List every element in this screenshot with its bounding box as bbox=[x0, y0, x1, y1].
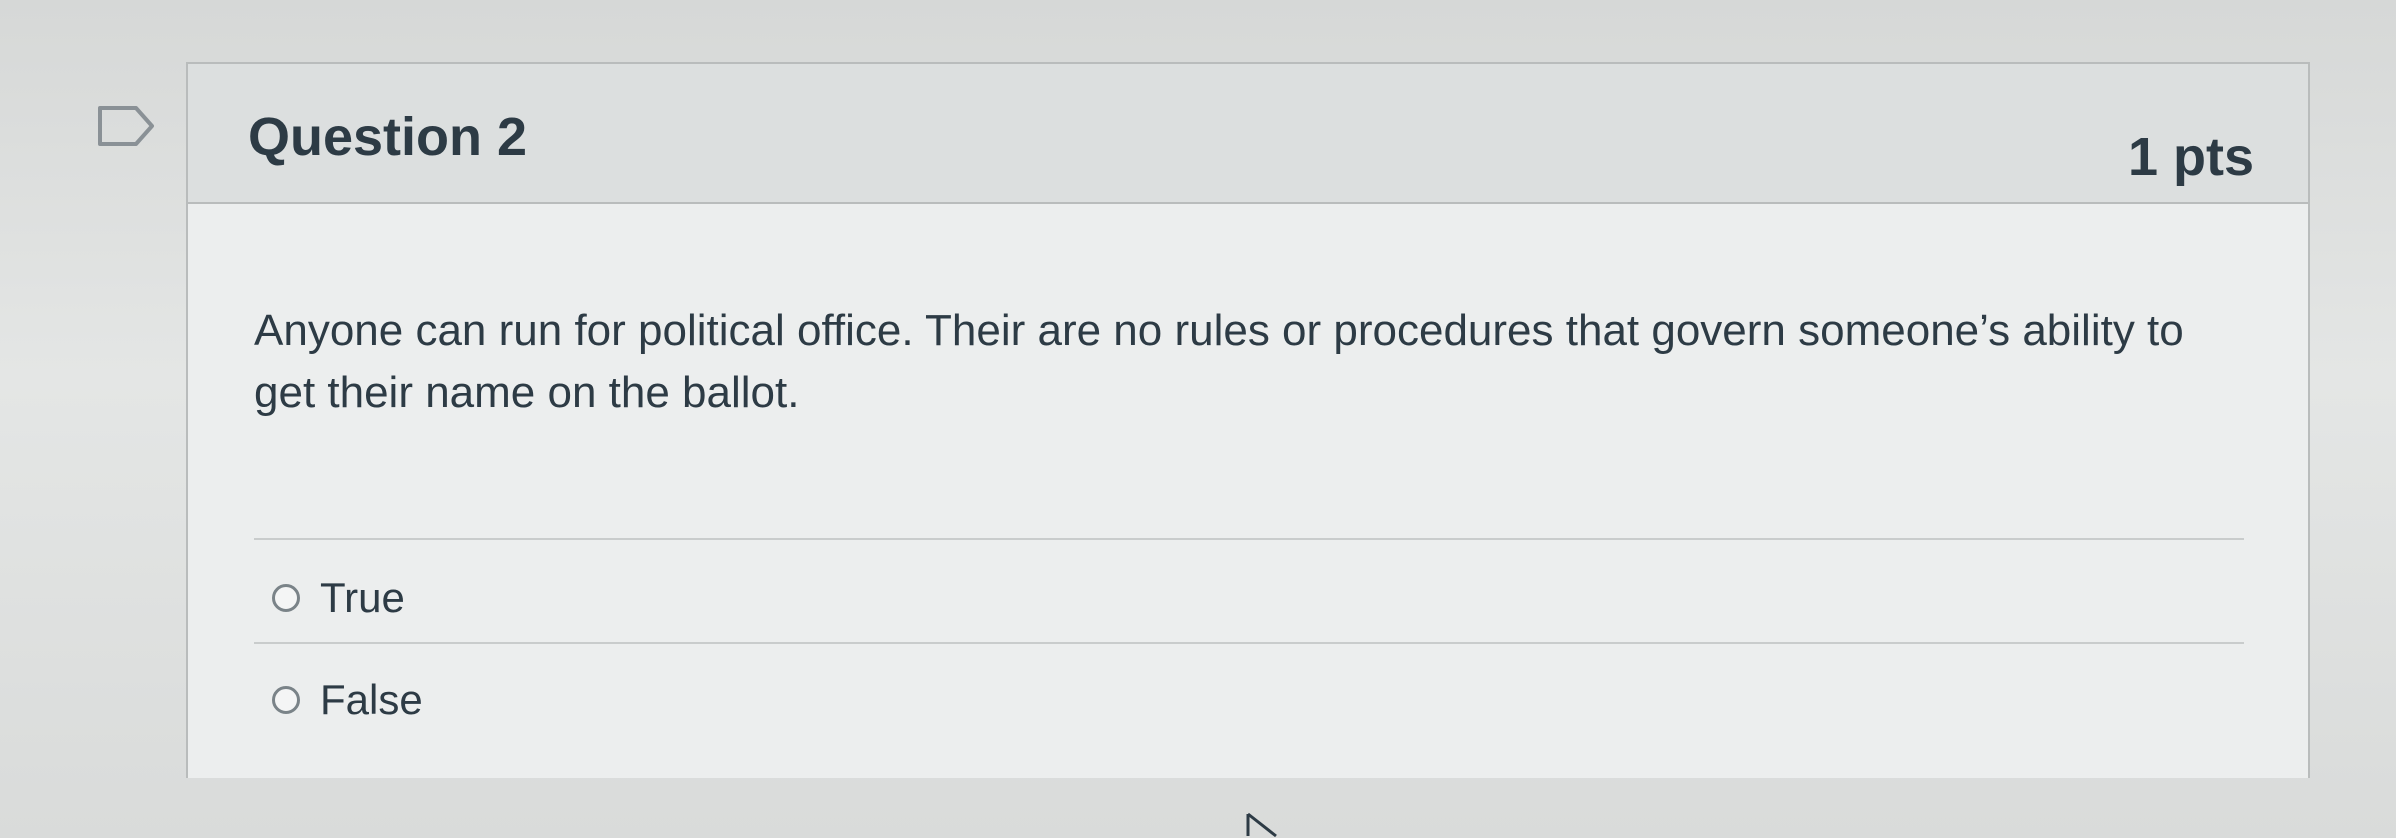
answer-label-false: False bbox=[320, 676, 423, 723]
question-card: Question 2 1 pts Anyone can run for poli… bbox=[186, 62, 2310, 778]
radio-button-false[interactable] bbox=[272, 686, 300, 714]
answer-option-true[interactable]: True bbox=[272, 568, 405, 628]
answer-divider bbox=[254, 538, 2244, 540]
answer-label-true: True bbox=[320, 574, 405, 621]
mouse-pointer-icon bbox=[1246, 812, 1277, 838]
question-header: Question 2 1 pts bbox=[188, 64, 2308, 204]
question-body: Anyone can run for political office. The… bbox=[188, 204, 2308, 778]
screen: Question 2 1 pts Anyone can run for poli… bbox=[0, 0, 2396, 838]
answer-option-false[interactable]: False bbox=[272, 670, 423, 730]
answer-divider bbox=[254, 642, 2244, 644]
flag-question-icon[interactable] bbox=[96, 104, 156, 148]
radio-button-true[interactable] bbox=[272, 584, 300, 612]
question-title: Question 2 bbox=[248, 107, 528, 167]
question-points: 1 pts bbox=[2127, 127, 2254, 187]
question-text: Anyone can run for political office. The… bbox=[254, 306, 2184, 417]
